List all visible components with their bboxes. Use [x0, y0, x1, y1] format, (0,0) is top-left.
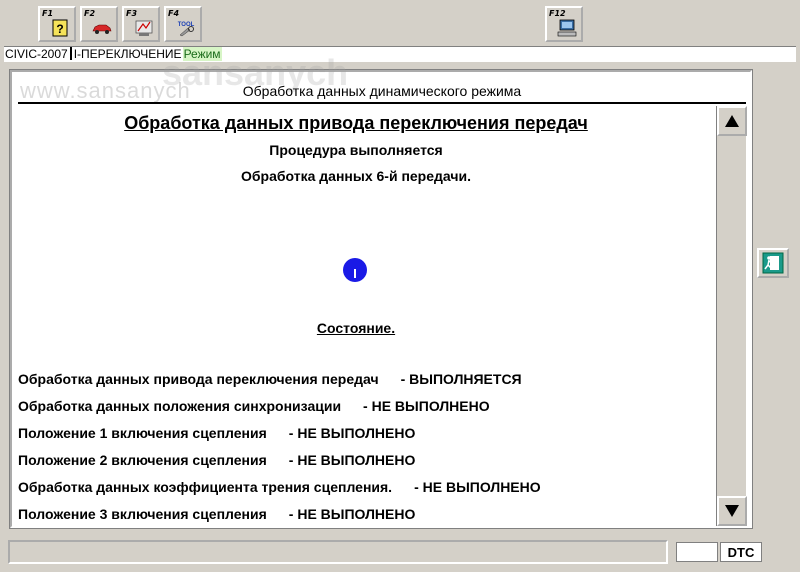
status-label: Положение 3 включения сцепления: [18, 506, 267, 522]
status-row: Обработка данных положения синхронизации…: [18, 397, 708, 424]
status-value: - НЕ ВЫПОЛНЕНО: [363, 398, 490, 414]
help-icon: ?: [52, 19, 68, 37]
status-list: Обработка данных привода переключения пе…: [18, 370, 708, 532]
main-panel: sansanych www.sansanych Обработка данных…: [9, 52, 753, 529]
scroll-up-button[interactable]: [717, 106, 747, 136]
status-value: - НЕ ВЫПОЛНЕНО: [288, 452, 416, 468]
f12-computer-button[interactable]: F12: [545, 6, 583, 42]
f1-key-label: F1: [42, 9, 54, 18]
status-row: Положение 1 включения сцепления - НЕ ВЫПО…: [18, 424, 708, 451]
panel-header: Обработка данных динамического режима: [18, 78, 746, 104]
f4-key-label: F4: [168, 9, 180, 18]
status-value: - НЕ ВЫПОЛНЕНО: [288, 506, 416, 522]
f1-help-button[interactable]: F1 ?: [38, 6, 76, 42]
toolbar: F1 ? F2 F3 F4 TOOL F12: [0, 0, 800, 46]
car-icon: [92, 24, 112, 34]
f2-key-label: F2: [84, 9, 96, 18]
page-title: Обработка данных привода переключения пе…: [18, 113, 694, 134]
status-label: Обработка данных привода переключения пе…: [18, 371, 379, 387]
svg-text:?: ?: [56, 22, 63, 36]
current-step: Обработка данных 6-й передачи.: [241, 168, 471, 184]
status-value: - НЕ ВЫПОЛНЕНО: [288, 425, 416, 441]
f3-diagnostic-button[interactable]: F3: [122, 6, 160, 42]
status-label: Обработка данных коэффициента трения сце…: [18, 479, 393, 495]
exit-icon: [762, 252, 784, 274]
state-title-text: Состояние.: [316, 320, 396, 336]
status-row: Обработка данных привода переключения пе…: [18, 370, 708, 397]
tool-icon: TOOL: [178, 22, 195, 37]
status-label: Положение 2 включения сцепления: [18, 452, 267, 468]
vertical-scrollbar[interactable]: [716, 106, 747, 526]
status-bar: DTC: [0, 536, 800, 572]
page-title-text: Обработка данных привода переключения пе…: [124, 113, 588, 133]
progress-indicator-icon: [343, 258, 367, 282]
f3-key-label: F3: [126, 9, 138, 18]
scroll-down-button[interactable]: [717, 496, 747, 526]
status-message-field: [8, 540, 668, 564]
state-title: Состояние.: [18, 320, 694, 336]
status-value: - ВЫПОЛНЯЕТСЯ: [400, 371, 522, 387]
status-indicator-box: [676, 542, 718, 562]
status-label: Обработка данных положения синхронизации: [18, 398, 342, 414]
procedure-status: Процедура выполняется: [269, 142, 443, 158]
dtc-indicator[interactable]: DTC: [720, 542, 762, 562]
diagnostic-icon: [135, 20, 153, 36]
status-row: Обработка данных коэффициента трения сце…: [18, 478, 708, 505]
breadcrumb-section: I-ПЕРЕКЛЮЧЕНИЕ: [73, 47, 182, 61]
breadcrumb: CIVIC-2007 I-ПЕРЕКЛЮЧЕНИЕ Режим: [4, 46, 796, 62]
breadcrumb-separator: [69, 47, 72, 60]
arrow-up-icon: [725, 115, 739, 127]
arrow-down-icon: [725, 505, 739, 517]
breadcrumb-model: CIVIC-2007: [5, 47, 68, 61]
f12-key-label: F12: [549, 9, 566, 18]
status-row: Положение 2 включения сцепления - НЕ ВЫПО…: [18, 451, 708, 478]
computer-icon: [557, 19, 577, 37]
breadcrumb-mode: Режим: [182, 47, 222, 61]
panel-content: Обработка данных привода переключения пе…: [18, 108, 714, 524]
status-row: Положение 3 включения сцепления - НЕ ВЫПО…: [18, 505, 708, 532]
exit-button[interactable]: [757, 248, 789, 278]
f4-tool-button[interactable]: F4 TOOL: [164, 6, 202, 42]
f2-vehicle-button[interactable]: F2: [80, 6, 118, 42]
status-value: - НЕ ВЫПОЛНЕНО: [414, 479, 541, 495]
status-label: Положение 1 включения сцепления: [18, 425, 267, 441]
